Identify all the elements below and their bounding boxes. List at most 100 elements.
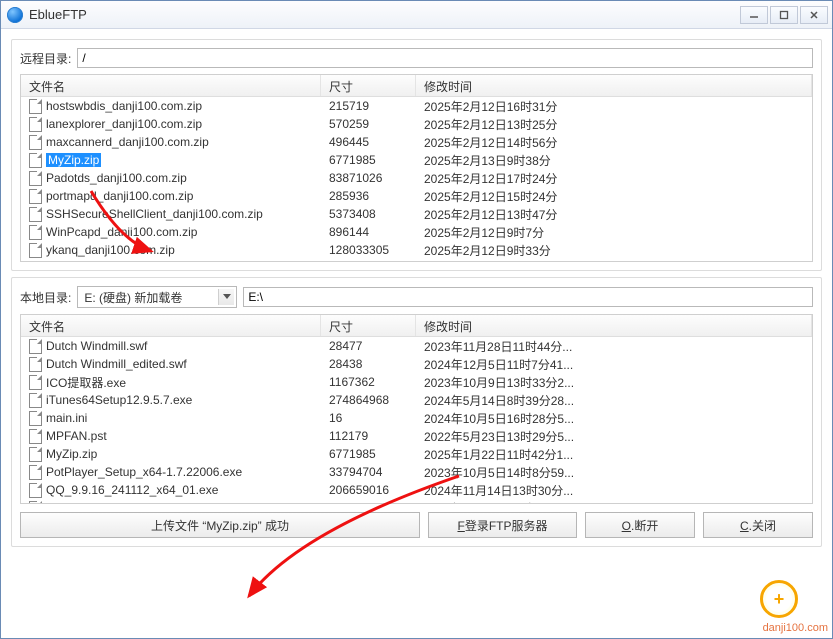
file-name: Dutch Windmill.swf <box>46 339 147 353</box>
minimize-icon <box>749 10 759 20</box>
file-mtime: 2025年2月12日13时47分 <box>416 206 812 223</box>
remote-path-input[interactable] <box>77 48 813 68</box>
table-row[interactable]: Dutch Windmill.swf284772023年11月28日11时44分… <box>21 337 812 355</box>
file-mtime: 2023年10月5日14时8分59... <box>416 464 812 481</box>
file-name: WinPcapd_danji100.com.zip <box>46 225 197 239</box>
file-size: 112179 <box>321 429 416 443</box>
app-icon <box>7 7 23 23</box>
table-row[interactable]: iTunes64Setup12.9.5.7.exe 2748649682024年5… <box>21 391 812 409</box>
file-size: 531968 <box>321 501 416 503</box>
table-row[interactable]: MyZip.zip67719852025年1月22日11时42分1... <box>21 445 812 463</box>
drive-combo[interactable]: E: (硬盘) 新加载卷 <box>77 286 237 308</box>
table-row[interactable]: Dutch Windmill_edited.swf 284382024年12月5日… <box>21 355 812 373</box>
file-name: MyZip.zip <box>46 153 101 167</box>
close-app-button[interactable]: C.关闭 <box>703 512 813 538</box>
file-mtime: 2024年5月14日8时39分28... <box>416 392 812 409</box>
file-size: 6771985 <box>321 447 416 461</box>
file-icon <box>29 207 42 222</box>
local-col-mtime[interactable]: 修改时间 <box>416 315 812 336</box>
file-icon <box>29 153 42 168</box>
local-col-size[interactable]: 尺寸 <box>321 315 416 336</box>
file-icon <box>29 99 42 114</box>
table-row[interactable]: lanexplorer_danji100.com.zip5702592025年2… <box>21 115 812 133</box>
table-row[interactable]: Padotds_danji100.com.zip838710262025年2月1… <box>21 169 812 187</box>
file-size: 83871026 <box>321 171 416 185</box>
table-row[interactable]: ICO提取器.exe 11673622023年10月9日13时33分2... <box>21 373 812 391</box>
table-row[interactable]: MyZip.zip67719852025年2月13日9时38分 <box>21 151 812 169</box>
file-icon <box>29 447 42 462</box>
file-size: 128033305 <box>321 243 416 257</box>
maximize-button[interactable] <box>770 6 798 24</box>
file-name: hostswbdis_danji100.com.zip <box>46 99 202 113</box>
local-col-name[interactable]: 文件名 <box>21 315 321 336</box>
remote-col-size[interactable]: 尺寸 <box>321 75 416 96</box>
file-size: 5373408 <box>321 207 416 221</box>
remote-col-mtime[interactable]: 修改时间 <box>416 75 812 96</box>
login-button[interactable]: F登录FTP服务器 <box>428 512 577 538</box>
table-row[interactable]: ToYcon.exe 5319682023年10月9日13时33分2... <box>21 499 812 503</box>
file-icon <box>29 243 42 258</box>
file-mtime: 2025年2月12日14时56分 <box>416 134 812 151</box>
table-row[interactable]: main.ini162024年10月5日16时28分5... <box>21 409 812 427</box>
file-icon <box>29 375 42 390</box>
file-size: 1167362 <box>321 375 416 389</box>
table-row[interactable]: SSHSecureShellClient_danji100.com.zip537… <box>21 205 812 223</box>
file-icon <box>29 135 42 150</box>
table-row[interactable]: MPFAN.pst1121792022年5月23日13时29分5... <box>21 427 812 445</box>
remote-group: 远程目录: 文件名 尺寸 修改时间 hostswbdis_danji100.co… <box>11 39 822 271</box>
file-size: 28438 <box>321 357 416 371</box>
file-mtime: 2025年2月12日16时31分 <box>416 98 812 115</box>
table-row[interactable]: WinPcapd_danji100.com.zip8961442025年2月12… <box>21 223 812 241</box>
table-row[interactable]: portmapd_danji100.com.zip2859362025年2月12… <box>21 187 812 205</box>
file-mtime: 2024年11月14日13时30分... <box>416 482 812 499</box>
file-icon <box>29 339 42 354</box>
table-row[interactable]: hostswbdis_danji100.com.zip2157192025年2月… <box>21 97 812 115</box>
file-mtime: 2025年2月13日9时38分 <box>416 152 812 169</box>
file-name: ICO提取器.exe <box>46 374 126 391</box>
file-name: main.ini <box>46 411 87 425</box>
remote-file-list[interactable]: 文件名 尺寸 修改时间 hostswbdis_danji100.com.zip2… <box>20 74 813 262</box>
local-path-input[interactable] <box>243 287 813 307</box>
file-size: 496445 <box>321 135 416 149</box>
file-name: lanexplorer_danji100.com.zip <box>46 117 202 131</box>
file-mtime: 2023年10月9日13时33分2... <box>416 500 812 504</box>
file-icon <box>29 411 42 426</box>
file-size: 570259 <box>321 117 416 131</box>
status-button[interactable]: 上传文件 “MyZip.zip” 成功 <box>20 512 420 538</box>
file-icon <box>29 357 42 372</box>
file-size: 274864968 <box>321 393 416 407</box>
disconnect-button[interactable]: O.断开 <box>585 512 695 538</box>
close-button[interactable] <box>800 6 828 24</box>
file-name: QQ_9.9.16_241112_x64_01.exe <box>46 483 218 497</box>
file-mtime: 2023年10月9日13时33分2... <box>416 374 812 391</box>
titlebar: EblueFTP <box>1 1 832 29</box>
local-group: 本地目录: E: (硬盘) 新加载卷 文件名 尺寸 修改时间 Dutch Win… <box>11 277 822 547</box>
table-row[interactable]: PotPlayer_Setup_x64-1.7.22006.exe 3379470… <box>21 463 812 481</box>
maximize-icon <box>779 10 789 20</box>
remote-col-name[interactable]: 文件名 <box>21 75 321 96</box>
table-row[interactable]: maxcannerd_danji100.com.zip4964452025年2月… <box>21 133 812 151</box>
file-name: Dutch Windmill_edited.swf <box>46 357 187 371</box>
file-mtime: 2024年12月5日11时7分41... <box>416 356 812 373</box>
drive-combo-value: E: (硬盘) 新加载卷 <box>84 289 182 306</box>
file-size: 206659016 <box>321 483 416 497</box>
file-mtime: 2025年2月12日15时24分 <box>416 188 812 205</box>
file-icon <box>29 117 42 132</box>
file-size: 33794704 <box>321 465 416 479</box>
file-name: portmapd_danji100.com.zip <box>46 189 193 203</box>
close-icon <box>809 10 819 20</box>
file-size: 16 <box>321 411 416 425</box>
file-name: ykanq_danji100.com.zip <box>46 243 175 257</box>
status-text: 上传文件 “MyZip.zip” 成功 <box>151 517 289 534</box>
chevron-down-icon <box>218 289 234 305</box>
table-row[interactable]: QQ_9.9.16_241112_x64_01.exe 2066590162024… <box>21 481 812 499</box>
file-size: 896144 <box>321 225 416 239</box>
file-name: iTunes64Setup12.9.5.7.exe <box>46 393 192 407</box>
file-name: ToYcon.exe <box>46 501 109 503</box>
table-row[interactable]: ykanq_danji100.com.zip1280333052025年2月12… <box>21 241 812 259</box>
file-icon <box>29 189 42 204</box>
minimize-button[interactable] <box>740 6 768 24</box>
local-file-list[interactable]: 文件名 尺寸 修改时间 Dutch Windmill.swf284772023年… <box>20 314 813 504</box>
file-icon <box>29 225 42 240</box>
file-name: PotPlayer_Setup_x64-1.7.22006.exe <box>46 465 242 479</box>
